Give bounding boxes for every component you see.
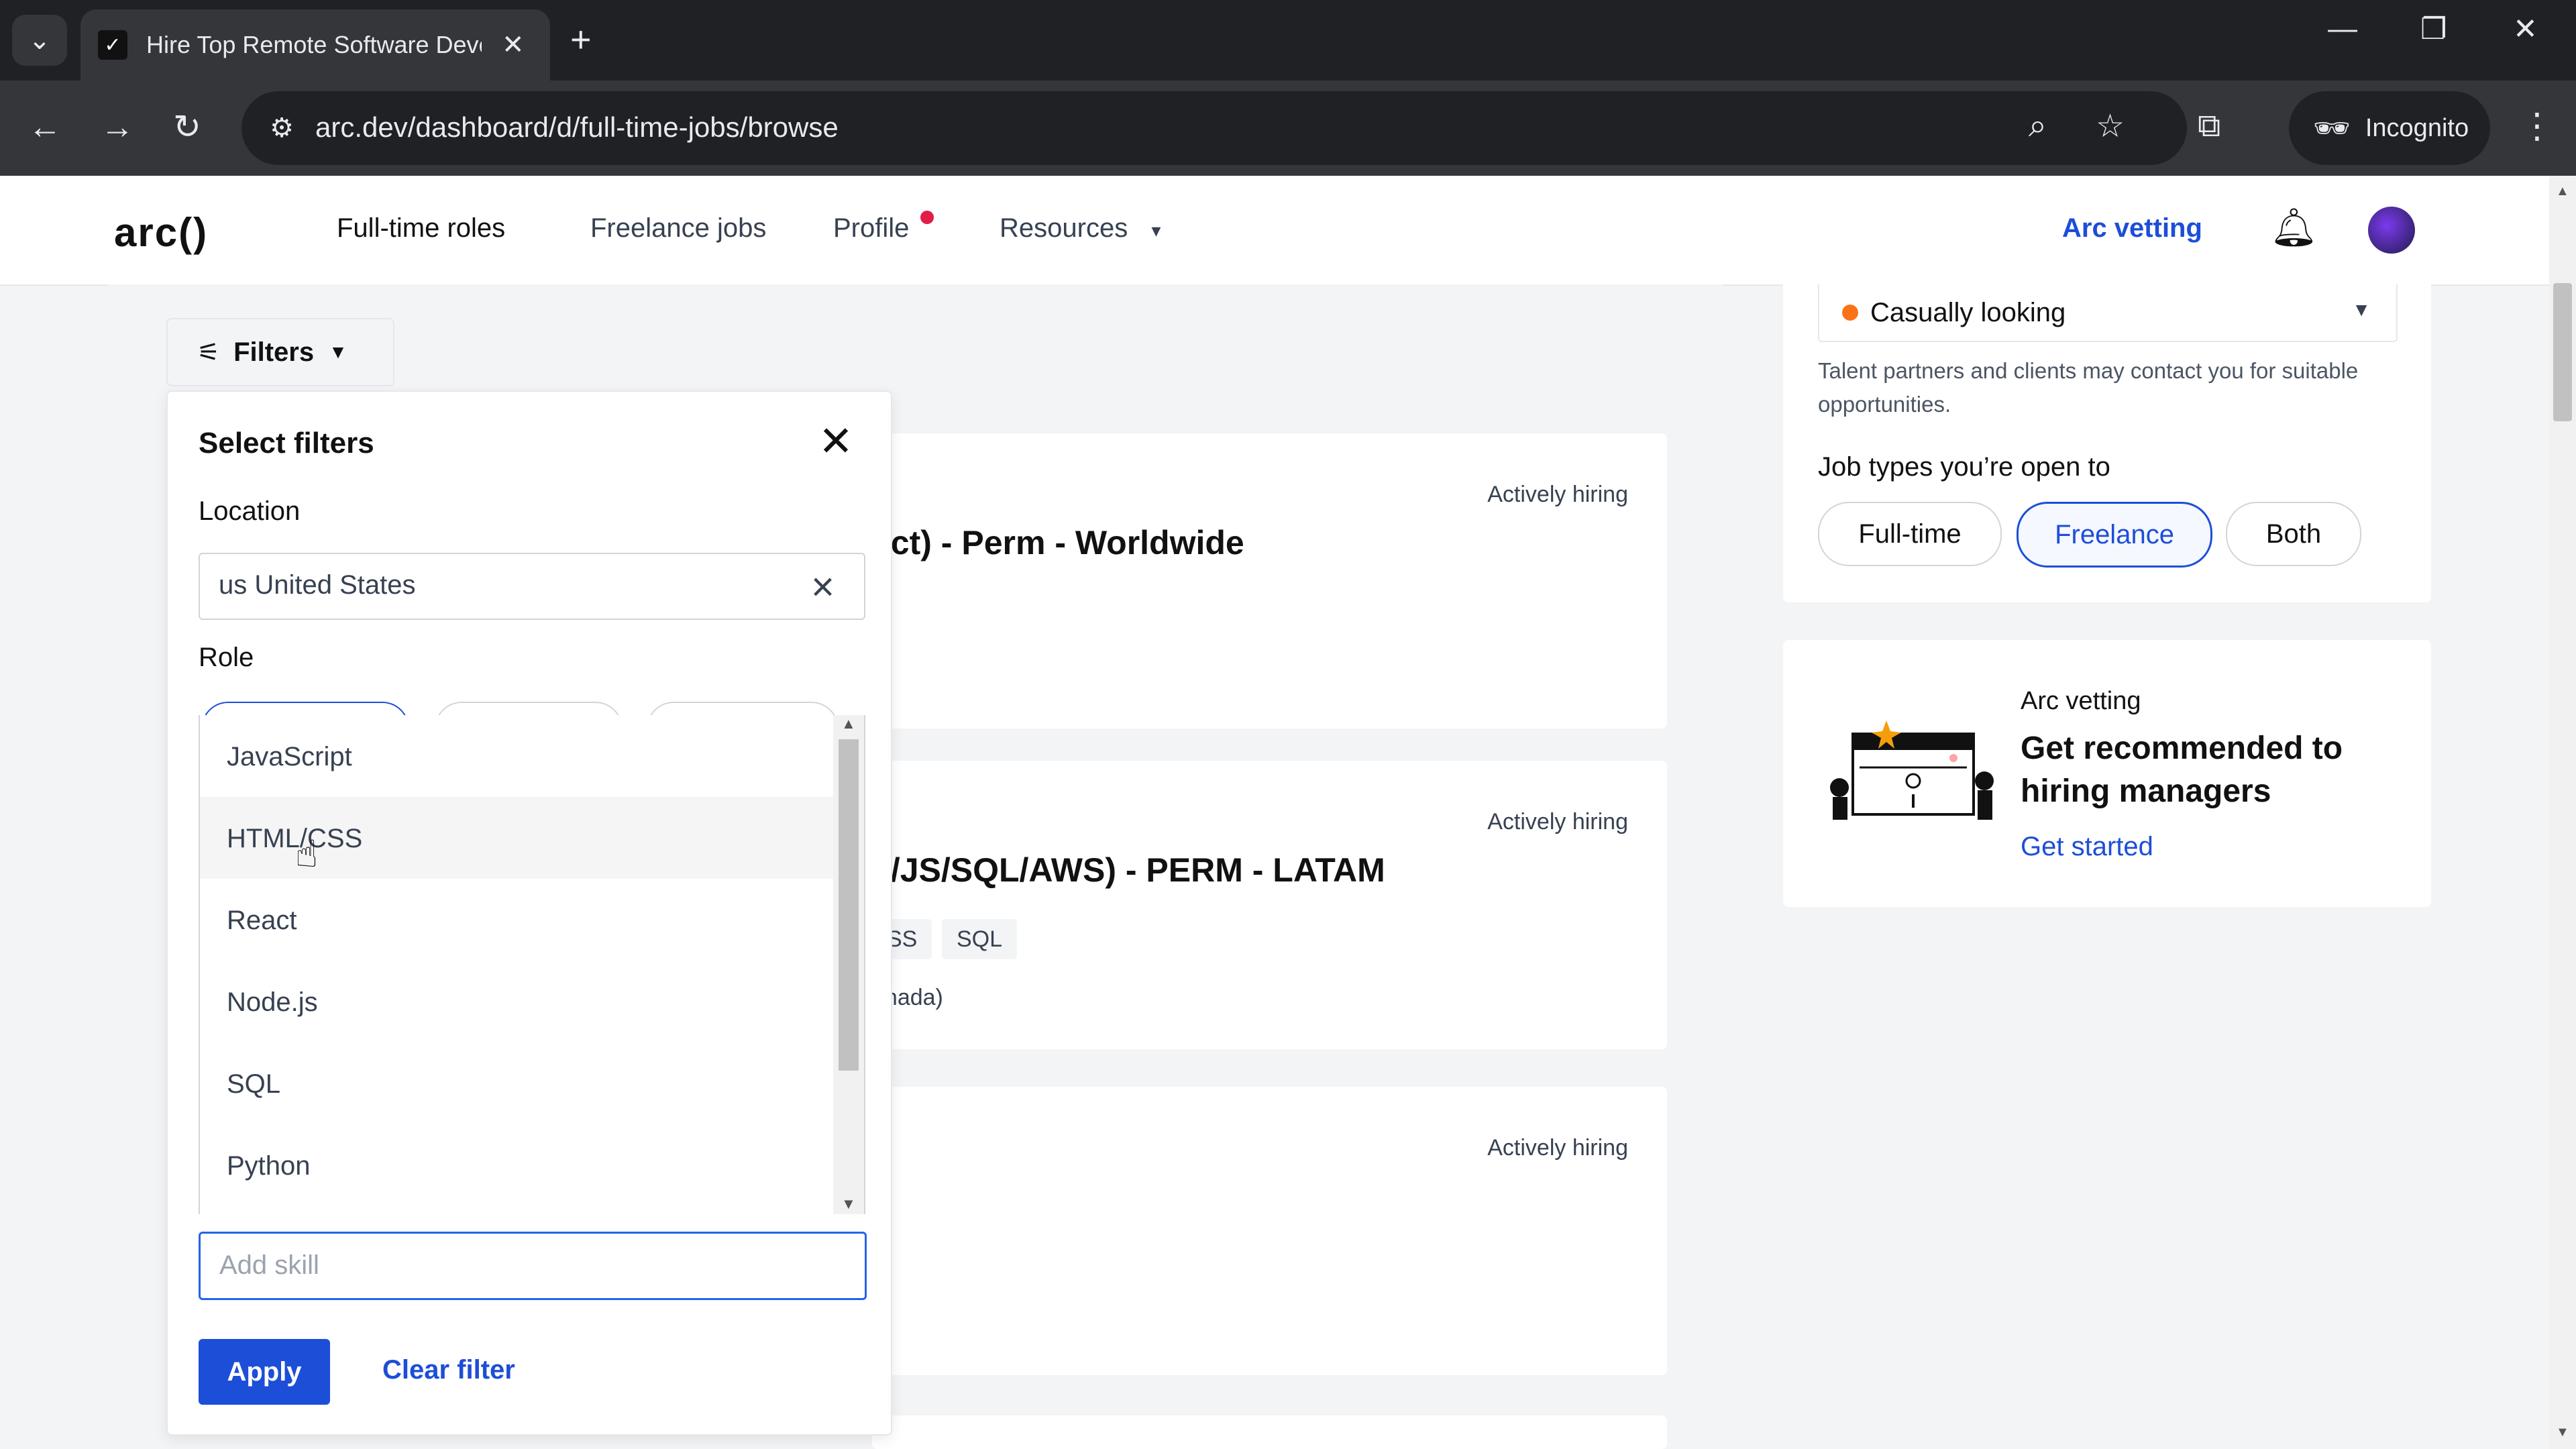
window-close-icon[interactable]: ✕ xyxy=(2513,12,2538,46)
bookmark-star-icon[interactable]: ☆ xyxy=(2096,107,2125,145)
vetting-illustration xyxy=(1830,720,1994,820)
hiring-status: Actively hiring xyxy=(1487,809,1628,835)
filters-label: Filters xyxy=(233,337,315,367)
page-scroll-thumb[interactable] xyxy=(2553,283,2572,421)
avatar[interactable] xyxy=(2368,207,2415,254)
availability-card: Casually looking ▼ Talent partners and c… xyxy=(1783,284,2431,602)
skill-tag: SQL xyxy=(942,919,1018,959)
job-card[interactable]: Actively hiring xyxy=(872,1087,1667,1375)
scroll-down-icon[interactable]: ▼ xyxy=(2556,1425,2569,1440)
address-bar[interactable]: ⚙ arc.dev/dashboard/d/full-time-jobs/bro… xyxy=(241,91,2187,165)
tab-title: Hire Top Remote Software Deve xyxy=(146,31,482,58)
nav-resources-label: Resources xyxy=(1000,213,1128,243)
job-card[interactable]: Actively hiring s/JS/SQL/AWS) - PERM - L… xyxy=(872,761,1667,1049)
availability-value: Casually looking xyxy=(1870,298,2066,327)
job-types-heading: Job types you’re open to xyxy=(1818,452,2110,482)
role-label: Role xyxy=(199,643,254,672)
dropdown-scroll-thumb[interactable] xyxy=(839,739,859,1071)
add-skill-input[interactable] xyxy=(218,1246,824,1285)
job-card[interactable] xyxy=(872,1415,1667,1449)
mouse-cursor-icon: ☝ xyxy=(295,833,319,875)
chevron-down-icon: ▼ xyxy=(329,341,347,362)
arc-vetting-link[interactable]: Arc vetting xyxy=(2062,213,2202,244)
job-title[interactable]: s/JS/SQL/AWS) - PERM - LATAM xyxy=(872,851,1385,890)
hiring-status: Actively hiring xyxy=(1487,482,1628,507)
incognito-indicator[interactable]: 🕶 Incognito xyxy=(2289,91,2490,165)
clear-filter-button[interactable]: Clear filter xyxy=(382,1355,515,1385)
chevron-down-icon: ▼ xyxy=(2352,299,2371,320)
zoom-icon[interactable]: ⌕ xyxy=(2029,107,2047,145)
filter-panel: Select filters ✕ Location us United Stat… xyxy=(166,390,892,1436)
profile-notification-dot xyxy=(920,211,934,224)
arc-favicon-icon: ✓ xyxy=(98,30,127,60)
url-text: arc.dev/dashboard/d/full-time-jobs/brows… xyxy=(315,111,839,143)
app-header: arc() Full-time roles Freelance jobs Pro… xyxy=(0,176,2549,286)
forward-icon[interactable]: → xyxy=(101,107,134,146)
filter-panel-title: Select filters xyxy=(199,427,374,460)
location-field[interactable]: us United States × xyxy=(199,553,865,620)
close-icon[interactable]: ✕ xyxy=(818,421,853,463)
availability-select[interactable]: Casually looking ▼ xyxy=(1818,284,2398,342)
arc-vetting-card: Arc vetting Get recommended to hiring ma… xyxy=(1783,640,2431,907)
sliders-icon: ⚟ xyxy=(197,338,221,367)
chevron-down-icon: ▾ xyxy=(1151,220,1161,241)
back-icon[interactable]: ← xyxy=(28,107,62,146)
nav-resources[interactable]: Resources ▾ xyxy=(1000,213,1161,244)
vetting-eyebrow: Arc vetting xyxy=(2021,687,2141,715)
tab-search-button[interactable]: ⌄ xyxy=(12,15,67,66)
extensions-icon[interactable]: ⧉ xyxy=(2198,107,2220,145)
nav-freelance-jobs[interactable]: Freelance jobs xyxy=(590,213,766,244)
location-value: us United States xyxy=(219,570,416,600)
apply-button[interactable]: Apply xyxy=(199,1339,330,1405)
add-skill-field[interactable] xyxy=(199,1232,867,1300)
job-title[interactable]: act) - Perm - Worldwide xyxy=(872,523,1244,562)
clear-location-icon[interactable]: × xyxy=(811,564,835,610)
job-type-full-time[interactable]: Full-time xyxy=(1818,502,2002,566)
vetting-heading: Get recommended to hiring managers xyxy=(2021,731,2343,809)
scroll-up-icon[interactable]: ▲ xyxy=(2556,184,2569,199)
tab-close-icon[interactable]: ✕ xyxy=(502,30,525,60)
hiring-status: Actively hiring xyxy=(1487,1135,1628,1161)
nav-full-time-roles[interactable]: Full-time roles xyxy=(337,213,505,244)
page-scrollbar[interactable]: ▲ ▼ xyxy=(2549,176,2576,1449)
location-label: Location xyxy=(199,496,301,526)
arc-logo[interactable]: arc() xyxy=(114,209,208,256)
availability-note: Talent partners and clients may contact … xyxy=(1818,358,2359,417)
dropdown-option[interactable]: SQL xyxy=(200,1042,833,1124)
reload-icon[interactable]: ↻ xyxy=(173,107,201,146)
scroll-down-icon[interactable]: ▼ xyxy=(841,1195,856,1213)
job-card[interactable]: Actively hiring act) - Perm - Worldwide xyxy=(872,433,1667,729)
incognito-label: Incognito xyxy=(2365,113,2469,142)
status-dot xyxy=(1842,305,1858,321)
browser-tab[interactable]: ✓ Hire Top Remote Software Deve ✕ xyxy=(80,9,550,80)
dropdown-option[interactable]: Python xyxy=(200,1124,833,1206)
skill-dropdown: JavaScript HTML/CSS React Node.js SQL Py… xyxy=(199,715,865,1214)
job-type-both[interactable]: Both xyxy=(2226,502,2361,566)
new-tab-icon[interactable]: + xyxy=(570,19,592,60)
site-settings-icon[interactable]: ⚙ xyxy=(262,110,302,146)
get-started-link[interactable]: Get started xyxy=(2021,832,2153,862)
minimize-icon[interactable]: — xyxy=(2328,12,2357,46)
job-type-freelance[interactable]: Freelance xyxy=(2017,502,2212,568)
incognito-icon: 🕶 xyxy=(2313,112,2351,145)
filters-button[interactable]: ⚟ Filters ▼ xyxy=(166,318,394,386)
restore-icon[interactable]: ❐ xyxy=(2420,12,2447,46)
bell-icon[interactable]: 🔔︎ xyxy=(2270,205,2318,250)
scroll-up-icon[interactable]: ▲ xyxy=(841,715,856,733)
nav-profile[interactable]: Profile xyxy=(833,213,909,244)
dropdown-option[interactable]: React xyxy=(200,879,833,961)
dropdown-option[interactable]: JavaScript xyxy=(200,715,833,797)
dropdown-option[interactable]: Node.js xyxy=(200,961,833,1042)
browser-menu-icon[interactable]: ⋮ xyxy=(2520,106,2555,146)
browser-tab-bar: ⌄ ✓ Hire Top Remote Software Deve ✕ + — … xyxy=(0,0,2576,80)
